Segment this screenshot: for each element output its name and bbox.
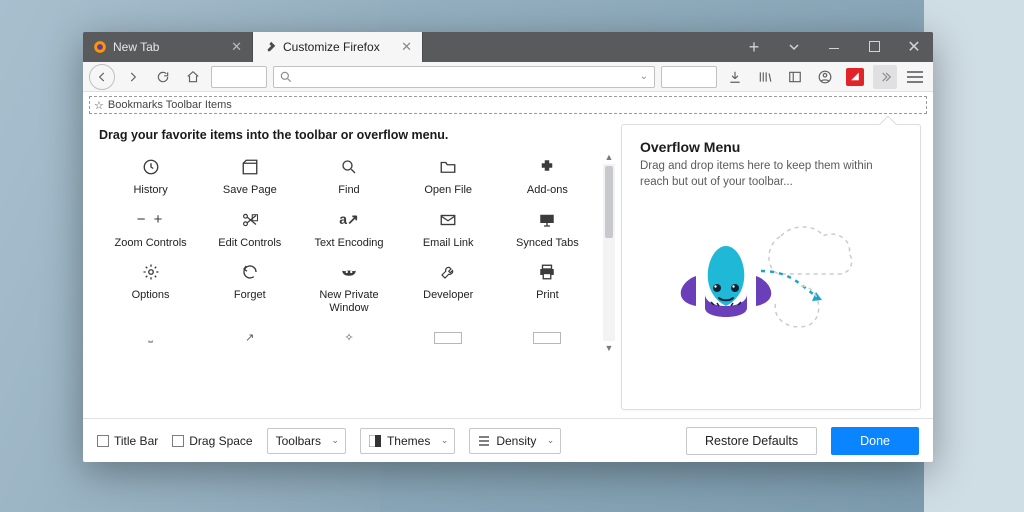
history-icon: [142, 156, 160, 178]
url-bar[interactable]: ⌄: [273, 66, 655, 88]
palette-item-save-page[interactable]: Save Page: [202, 152, 297, 201]
chevron-down-icon: ⌄: [547, 435, 555, 446]
overflow-button[interactable]: [873, 65, 897, 89]
palette-item-options[interactable]: Options: [103, 257, 198, 318]
palette-scrollbar[interactable]: ▲ ▼: [603, 152, 615, 353]
tab-new-tab[interactable]: New Tab ✕: [83, 32, 253, 62]
folder-icon: [439, 156, 457, 178]
tab-bar: New Tab ✕ Customize Firefox ✕ + ✕: [83, 32, 933, 62]
dragspace-checkbox[interactable]: Drag Space: [172, 434, 252, 448]
mask-icon: [340, 261, 358, 283]
palette-item-partial[interactable]: ⎵: [103, 323, 198, 353]
restore-defaults-button[interactable]: Restore Defaults: [686, 427, 817, 455]
tabs-dropdown-button[interactable]: [781, 40, 807, 55]
density-dropdown[interactable]: Density⌄: [469, 428, 561, 454]
titlebar-checkbox[interactable]: Title Bar: [97, 434, 158, 448]
nav-toolbar: ⌄ ◢: [83, 62, 933, 92]
tab-customize[interactable]: Customize Firefox ✕: [253, 32, 423, 62]
palette-item-forget[interactable]: Forget: [202, 257, 297, 318]
palette-item-developer[interactable]: Developer: [401, 257, 496, 318]
paintbrush-icon: [263, 40, 277, 54]
flexible-space[interactable]: [211, 66, 267, 88]
instruction-text: Drag your favorite items into the toolba…: [99, 128, 613, 142]
undo-icon: [241, 261, 259, 283]
themes-dropdown[interactable]: Themes⌄: [360, 428, 455, 454]
forward-button[interactable]: [121, 65, 145, 89]
customize-palette: History Save Page Find Open File Add-ons…: [95, 152, 603, 353]
menu-button[interactable]: [903, 65, 927, 89]
overflow-desc: Drag and drop items here to keep them wi…: [640, 159, 902, 190]
window-maximize-button[interactable]: [861, 40, 887, 55]
done-button[interactable]: Done: [831, 427, 919, 455]
wrench-icon: [439, 261, 457, 283]
scroll-down-icon[interactable]: ▼: [605, 343, 614, 353]
toolbars-dropdown[interactable]: Toolbars⌄: [267, 428, 346, 454]
palette-item-addons[interactable]: Add-ons: [500, 152, 595, 201]
text-icon: a↗: [339, 209, 359, 231]
firefox-icon: [93, 40, 107, 54]
palette-item-zoom[interactable]: − +Zoom Controls: [103, 205, 198, 254]
overflow-panel[interactable]: Overflow Menu Drag and drop items here t…: [621, 124, 921, 410]
search-icon: [279, 70, 293, 84]
bookmarks-toolbar-dropzone[interactable]: ☆ Bookmarks Toolbar Items: [89, 96, 927, 114]
back-button[interactable]: [89, 64, 115, 90]
reload-button[interactable]: [151, 65, 175, 89]
overflow-illustration: [640, 216, 902, 336]
palette-item-history[interactable]: History: [103, 152, 198, 201]
chevron-down-icon[interactable]: ⌄: [640, 71, 648, 82]
home-button[interactable]: [181, 65, 205, 89]
overflow-title: Overflow Menu: [640, 139, 902, 155]
density-icon: [478, 435, 490, 447]
search-icon: [340, 156, 358, 178]
close-icon[interactable]: ✕: [401, 39, 412, 55]
palette-item-synced-tabs[interactable]: Synced Tabs: [500, 205, 595, 254]
monitor-icon: [538, 209, 556, 231]
customize-footer: Title Bar Drag Space Toolbars⌄ Themes⌄ D…: [83, 418, 933, 462]
bookmarks-toolbar-label: Bookmarks Toolbar Items: [108, 99, 232, 111]
palette-item-text-encoding[interactable]: a↗Text Encoding: [301, 205, 396, 254]
pocket-button[interactable]: ◢: [843, 65, 867, 89]
mail-icon: [439, 209, 457, 231]
star-icon: ☆: [94, 99, 104, 112]
close-icon[interactable]: ✕: [231, 39, 242, 55]
window-minimize-button[interactable]: [821, 40, 847, 55]
zoom-icon: − +: [137, 209, 165, 231]
theme-icon: [369, 435, 381, 447]
account-button[interactable]: [813, 65, 837, 89]
scissors-icon: [241, 209, 259, 231]
sidebar-button[interactable]: [783, 65, 807, 89]
gear-icon: [142, 261, 160, 283]
palette-item-partial[interactable]: ↗: [202, 323, 297, 353]
palette-item-private-window[interactable]: New Private Window: [301, 257, 396, 318]
palette-item-partial[interactable]: ✧: [301, 323, 396, 353]
puzzle-icon: [538, 156, 556, 178]
firefox-window: New Tab ✕ Customize Firefox ✕ + ✕ ⌄: [83, 32, 933, 462]
tab-label: New Tab: [113, 40, 159, 54]
palette-item-email-link[interactable]: Email Link: [401, 205, 496, 254]
save-icon: [241, 156, 259, 178]
window-close-button[interactable]: ✕: [901, 37, 927, 57]
palette-item-edit-controls[interactable]: Edit Controls: [202, 205, 297, 254]
tab-label: Customize Firefox: [283, 40, 380, 54]
downloads-button[interactable]: [723, 65, 747, 89]
chevron-down-icon: ⌄: [331, 435, 339, 446]
new-tab-button[interactable]: +: [741, 37, 767, 58]
scroll-up-icon[interactable]: ▲: [605, 152, 614, 162]
palette-item-find[interactable]: Find: [301, 152, 396, 201]
search-bar[interactable]: [661, 66, 717, 88]
print-icon: [538, 261, 556, 283]
library-button[interactable]: [753, 65, 777, 89]
palette-item-open-file[interactable]: Open File: [401, 152, 496, 201]
palette-item-partial[interactable]: [401, 323, 496, 353]
chevron-down-icon: ⌄: [441, 435, 449, 446]
palette-item-partial[interactable]: [500, 323, 595, 353]
palette-item-print[interactable]: Print: [500, 257, 595, 318]
